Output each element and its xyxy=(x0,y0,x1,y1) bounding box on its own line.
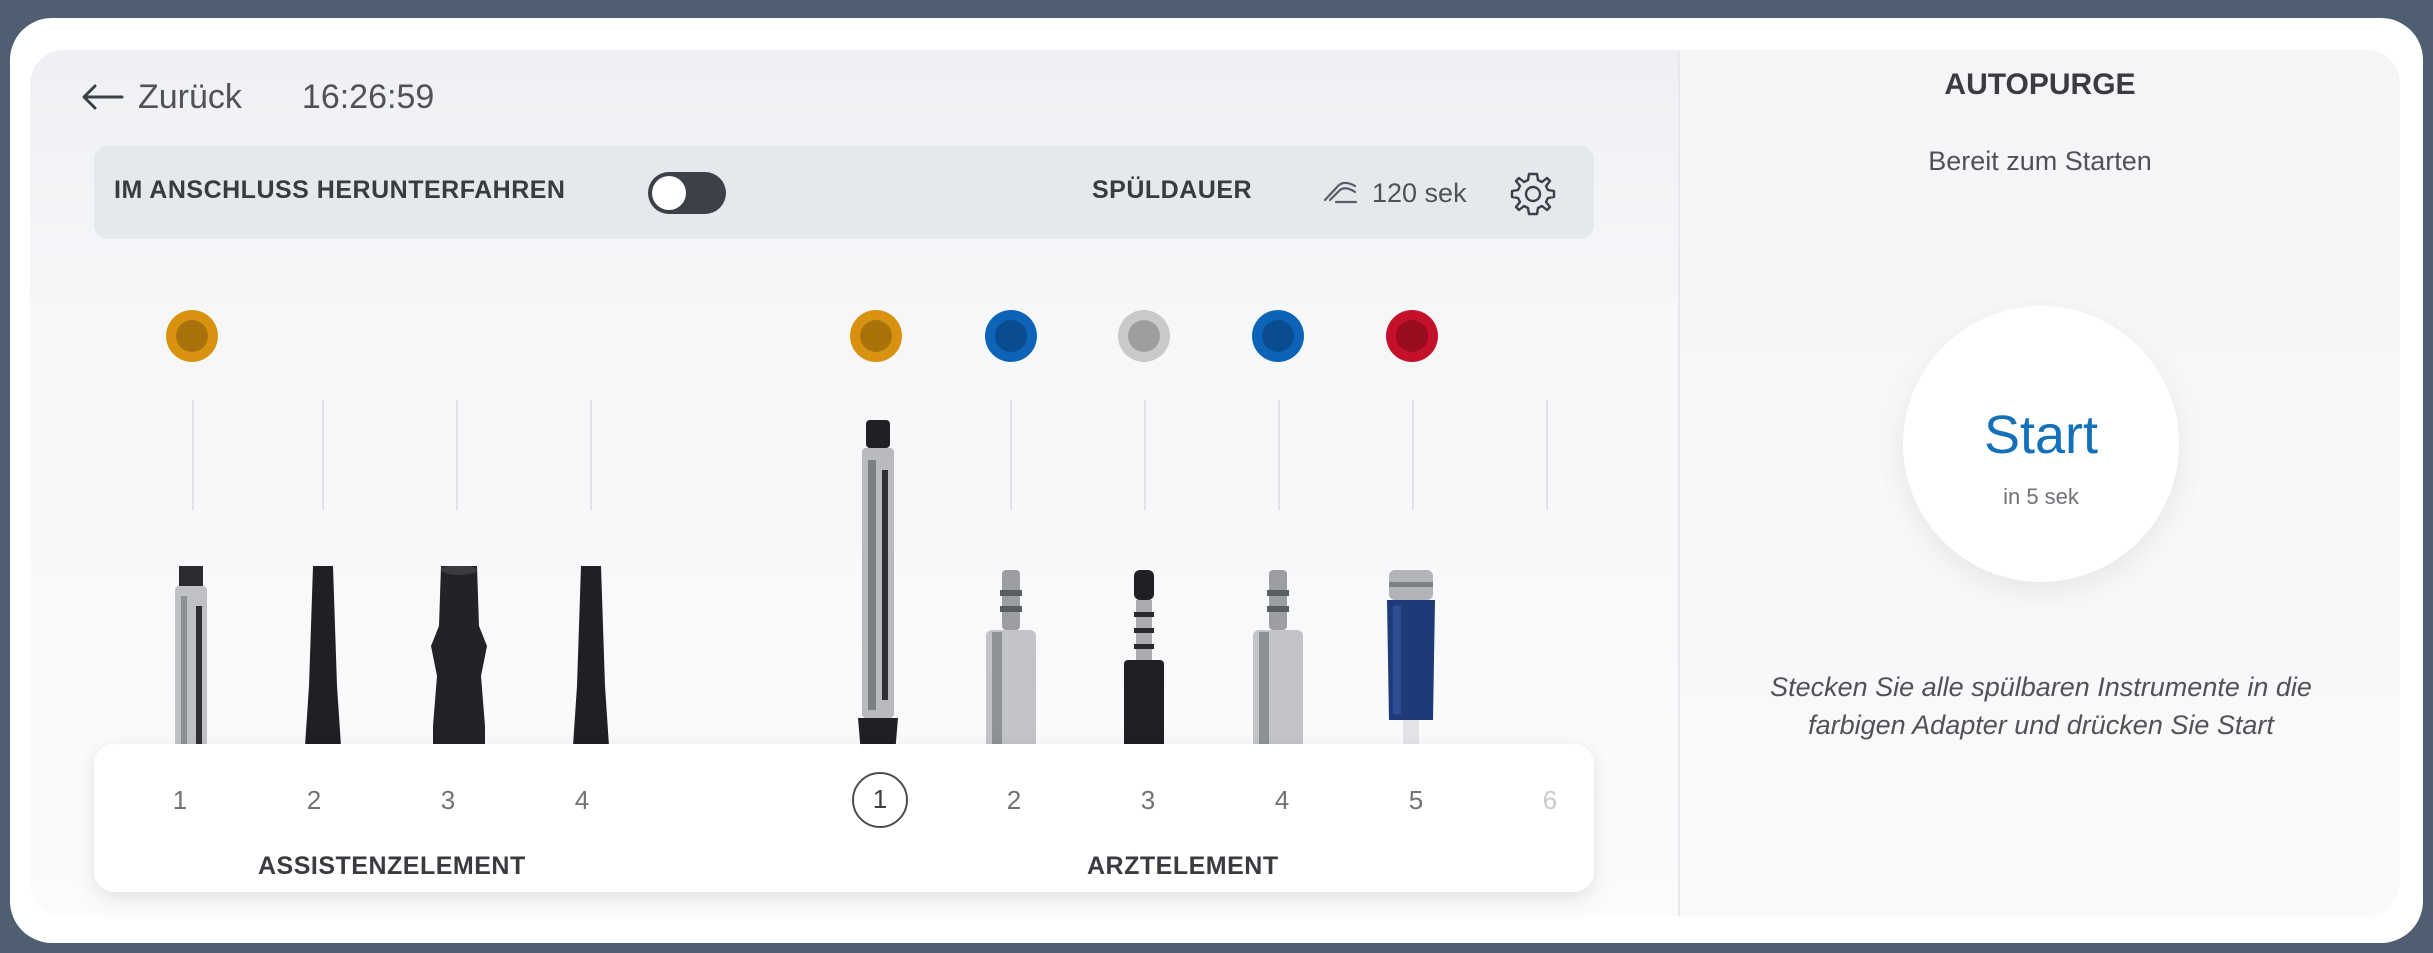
hose-line xyxy=(1278,400,1280,510)
start-button[interactable]: Start in 5 sek xyxy=(1903,306,2179,582)
syringe-icon xyxy=(858,420,898,766)
port-cap-blue xyxy=(1252,310,1304,362)
hose-line xyxy=(1412,400,1414,510)
port-cap-gold xyxy=(166,310,218,362)
port-cap-blue xyxy=(985,310,1037,362)
motor-coupling-icon xyxy=(986,570,1036,766)
top-bar: Zurück 16:26:59 xyxy=(80,72,434,122)
start-label: Start xyxy=(1983,405,2099,465)
ports-card: 1 2 3 4 1 2 3 4 5 6 ASSISTENZELEMENT ARZ… xyxy=(94,744,1594,892)
doctor-port-2[interactable]: 2 xyxy=(986,772,1042,828)
doctor-port-5[interactable]: 5 xyxy=(1388,772,1444,828)
assistant-element-label: ASSISTENZELEMENT xyxy=(258,852,526,880)
assistant-port-3[interactable]: 3 xyxy=(420,772,476,828)
hose-line xyxy=(192,400,194,510)
hose-line xyxy=(1144,400,1146,510)
hose-line xyxy=(322,400,324,510)
back-label: Zurück xyxy=(138,77,242,116)
handpiece-tip-icon xyxy=(175,566,207,766)
motor-coupling-icon xyxy=(1253,570,1303,766)
rinse-duration-label: SPÜLDAUER xyxy=(1092,176,1253,204)
autopurge-title: AUTOPURGE xyxy=(1944,68,2136,101)
instructions-text: Stecken Sie alle spülbaren Instrumente i… xyxy=(1770,672,2312,740)
gear-icon[interactable] xyxy=(1509,170,1557,218)
doctor-port-1[interactable]: 1 xyxy=(852,772,908,828)
assistant-port-1[interactable]: 1 xyxy=(152,772,208,828)
port-cap-gold xyxy=(850,310,902,362)
assistant-port-4[interactable]: 4 xyxy=(554,772,610,828)
doctor-port-4[interactable]: 4 xyxy=(1254,772,1310,828)
arrow-left-icon xyxy=(80,82,124,112)
turbine-coupling-icon xyxy=(1124,570,1164,766)
doctor-element-label: ARZTELEMENT xyxy=(1087,852,1279,880)
cone-tip-icon xyxy=(573,566,609,766)
shutdown-toggle[interactable] xyxy=(648,172,726,214)
hose-line xyxy=(1546,400,1548,510)
hose-line xyxy=(590,400,592,510)
instrument-panel: Zurück 16:26:59 IM ANSCHLUSS HERUNTERFAH… xyxy=(30,50,1678,916)
toggle-knob xyxy=(652,176,686,210)
autopurge-status: Bereit zum Starten xyxy=(1928,146,2152,176)
assistant-port-2[interactable]: 2 xyxy=(286,772,342,828)
port-cap-red xyxy=(1386,310,1438,362)
shutdown-label: IM ANSCHLUSS HERUNTERFAHREN xyxy=(114,176,566,204)
water-flow-icon xyxy=(1322,176,1358,211)
clock: 16:26:59 xyxy=(301,77,435,116)
hose-line xyxy=(456,400,458,510)
options-bar: IM ANSCHLUSS HERUNTERFAHREN SPÜLDAUER 12… xyxy=(94,146,1594,239)
start-countdown: in 5 sek xyxy=(2003,484,2079,509)
cone-tip-icon xyxy=(305,566,341,766)
suction-tip-icon xyxy=(431,566,487,766)
rinse-duration-value[interactable]: 120 sek xyxy=(1322,168,1467,218)
screen: Zurück 16:26:59 IM ANSCHLUSS HERUNTERFAH… xyxy=(30,50,2400,916)
port-cap-white xyxy=(1118,310,1170,362)
doctor-port-3[interactable]: 3 xyxy=(1120,772,1176,828)
hose-line xyxy=(1010,400,1012,510)
doctor-port-6: 6 xyxy=(1542,785,1558,815)
rinse-duration-text: 120 sek xyxy=(1372,177,1467,208)
back-button[interactable]: Zurück xyxy=(80,78,242,117)
blue-coupling-icon xyxy=(1387,570,1435,766)
autopurge-panel: AUTOPURGE Bereit zum Starten Start in 5 … xyxy=(1678,50,2400,916)
